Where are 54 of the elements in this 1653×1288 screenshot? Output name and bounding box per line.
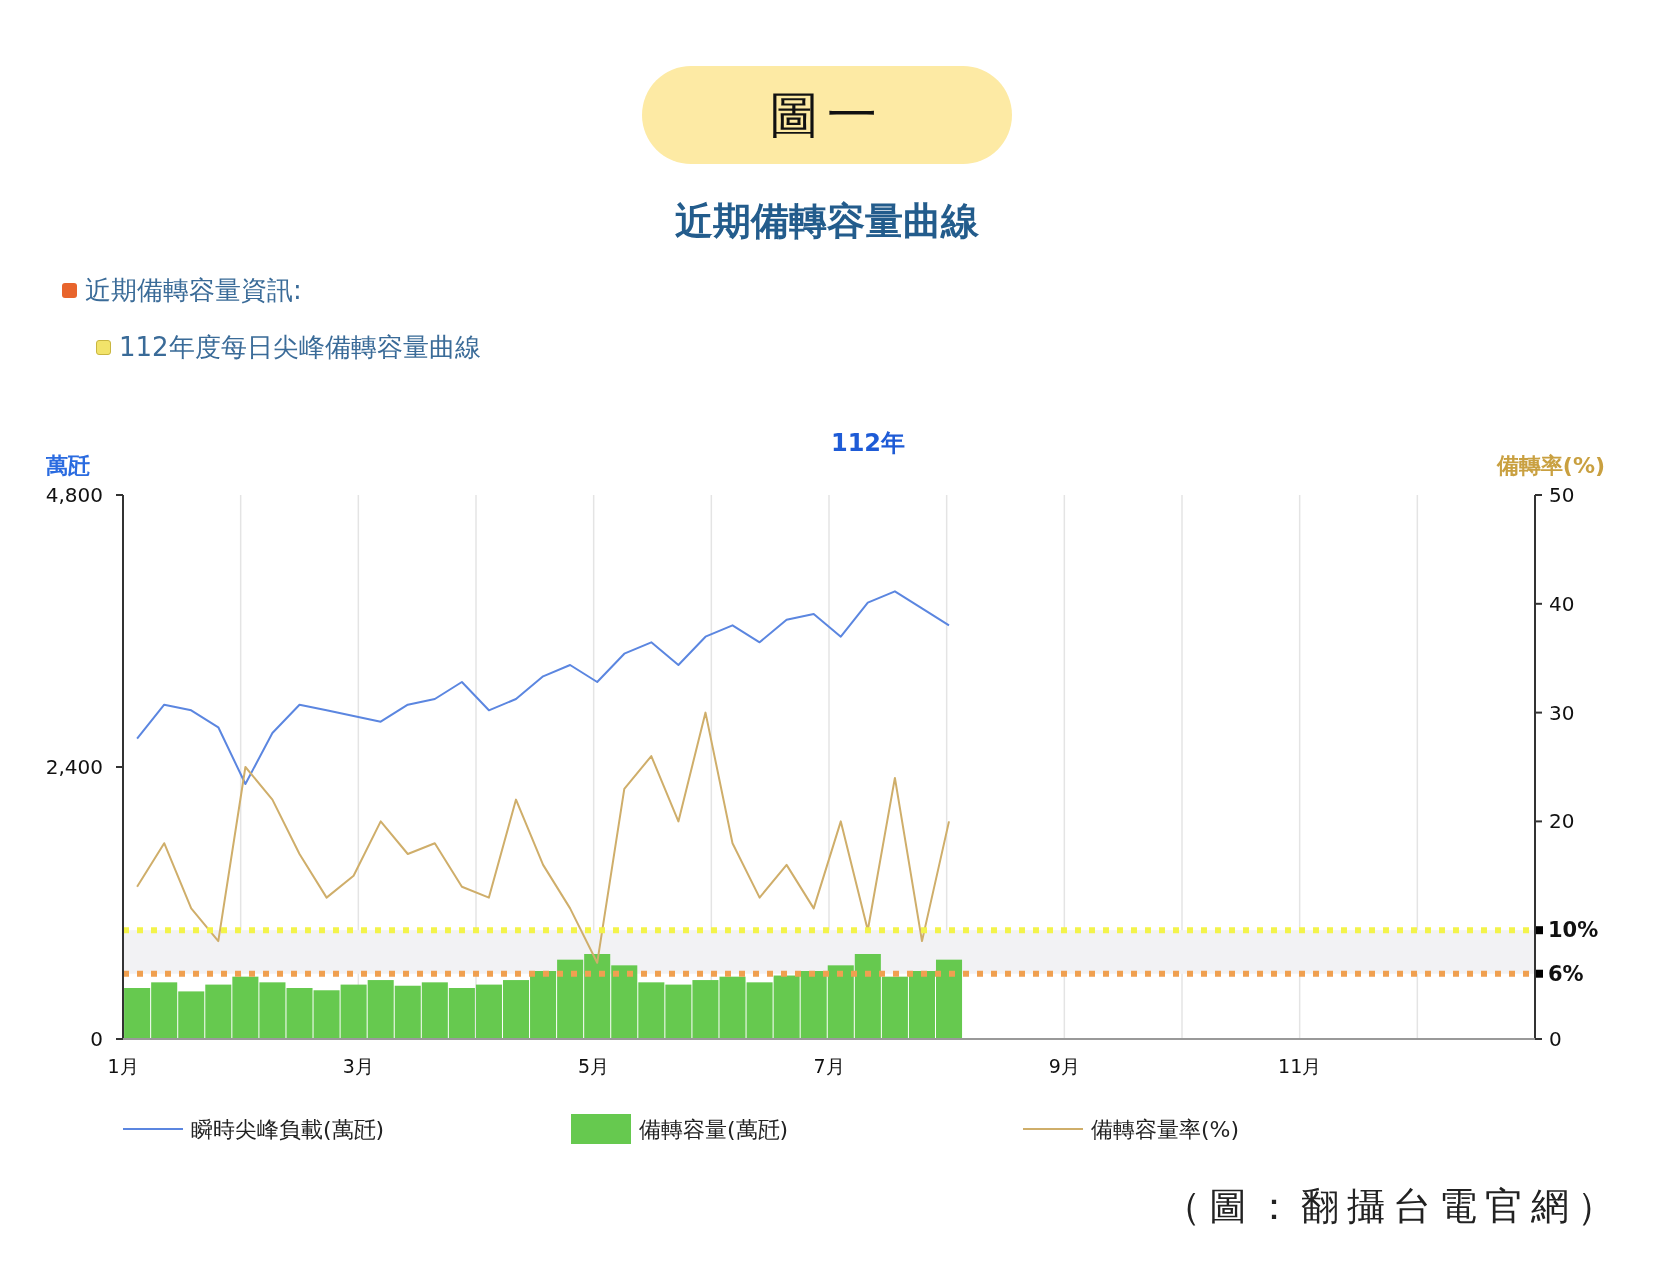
axis-tick-label: 5月 <box>578 1055 610 1077</box>
axis-tick-label: 1月 <box>107 1055 139 1077</box>
reserve-bar <box>367 980 394 1039</box>
reserve-bar <box>313 990 340 1039</box>
reserve-bar <box>881 976 908 1039</box>
reserve-bar <box>340 984 367 1039</box>
reserve-bar <box>259 982 286 1039</box>
reserve-bar <box>530 971 557 1039</box>
reserve-bar <box>394 985 421 1039</box>
page-title: 近期備轉容量曲線 <box>674 198 979 245</box>
threshold-label: 6% <box>1548 961 1584 986</box>
chart-title: 112年 <box>830 429 906 457</box>
info-text: 112年度每日尖峰備轉容量曲線 <box>119 331 481 364</box>
axis-tick-label: 2,400 <box>45 755 103 779</box>
axis-tick-label: 4,800 <box>45 483 103 507</box>
reserve-bar <box>178 991 205 1039</box>
axis-tick-label: 30 <box>1549 700 1575 725</box>
reserve-bar <box>503 980 530 1039</box>
threshold-label: 10% <box>1548 918 1599 943</box>
reserve-bar <box>800 971 827 1039</box>
reserve-bar <box>232 976 259 1039</box>
reserve-bar <box>638 982 665 1039</box>
legend-label: 瞬時尖峰負載(萬瓩) <box>191 1117 385 1142</box>
axis-tick-label: 7月 <box>813 1055 845 1077</box>
axis-tick-label: 0 <box>1549 1027 1562 1051</box>
reserve-bar <box>205 984 232 1039</box>
reserve-bar <box>124 988 151 1039</box>
axis-tick-label: 11月 <box>1278 1055 1322 1077</box>
axis-tick-label: 20 <box>1549 809 1575 834</box>
reserve-bar <box>421 982 448 1039</box>
legend-label: 備轉容量率(%) <box>1091 1117 1240 1142</box>
reserve-bar <box>719 976 746 1039</box>
reserve-bar <box>286 988 313 1039</box>
info-text: 近期備轉容量資訊: <box>85 274 302 307</box>
reserve-bar <box>908 971 935 1039</box>
photo-credit: （圖：翻攝台電官網） <box>1162 1183 1624 1230</box>
tick-mark <box>1535 926 1543 935</box>
reserve-bar <box>773 975 800 1039</box>
axis-tick-label: 0 <box>90 1027 103 1051</box>
axis-tick-label: 3月 <box>342 1055 374 1077</box>
figure-badge: 圖一 <box>641 66 1012 164</box>
reserve-bar <box>746 982 773 1039</box>
reserve-bar <box>448 988 475 1039</box>
legend-swatch <box>571 1114 631 1144</box>
axis-tick-label: 9月 <box>1048 1055 1080 1077</box>
tick-mark <box>1535 969 1543 978</box>
axis-tick-label: 50 <box>1549 483 1575 507</box>
right-axis-title: 備轉率(%) <box>1496 453 1605 478</box>
left-axis-title: 萬瓩 <box>46 453 90 478</box>
reserve-bar <box>151 982 178 1039</box>
reserve-bar <box>665 984 692 1039</box>
axis-tick-label: 40 <box>1549 591 1575 616</box>
legend-label: 備轉容量(萬瓩) <box>639 1117 789 1142</box>
reserve-bar <box>692 980 719 1039</box>
